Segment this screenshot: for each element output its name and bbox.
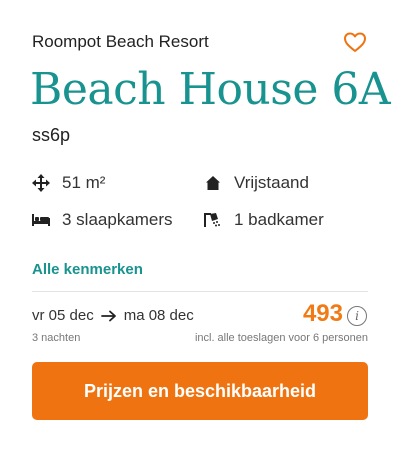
stay-dates: vr 05 dec ma 08 dec	[32, 307, 194, 324]
feature-label: 3 slaapkamers	[62, 210, 173, 229]
all-features-link[interactable]: Alle kenmerken	[32, 261, 143, 278]
date-from: vr 05 dec	[32, 307, 94, 324]
house-icon	[204, 174, 222, 192]
park-name: Roompot Beach Resort	[32, 32, 209, 51]
feature-area: 51 m²	[32, 173, 105, 193]
nights-count: 3 nachten	[32, 332, 81, 344]
feature-bathrooms: 1 badkamer	[204, 210, 324, 230]
area-arrows-icon	[32, 174, 50, 192]
accommodation-code: ss6p	[32, 125, 71, 145]
feature-bedrooms: 3 slaapkamers	[32, 210, 173, 230]
accommodation-title: Beach House 6A	[30, 64, 391, 115]
favorite-button[interactable]	[343, 31, 367, 53]
feature-type: Vrijstaand	[204, 173, 309, 193]
feature-label: Vrijstaand	[234, 173, 309, 192]
heart-outline-icon	[344, 32, 366, 52]
bed-icon	[32, 211, 50, 229]
prices-availability-button[interactable]: Prijzen en beschikbaarheid	[32, 362, 368, 420]
date-to: ma 08 dec	[123, 307, 194, 324]
feature-label: 51 m²	[62, 173, 106, 192]
feature-label: 1 badkamer	[234, 210, 324, 229]
shower-icon	[204, 211, 222, 229]
accommodation-card: Roompot Beach Resort Beach House 6A ss6p…	[0, 0, 400, 451]
info-icon: i	[355, 309, 359, 323]
arrow-right-icon	[100, 310, 117, 322]
price-note: incl. alle toeslagen voor 6 personen	[194, 332, 368, 344]
price-amount: 493	[302, 300, 343, 327]
divider	[32, 291, 368, 292]
info-button[interactable]: i	[347, 306, 367, 326]
